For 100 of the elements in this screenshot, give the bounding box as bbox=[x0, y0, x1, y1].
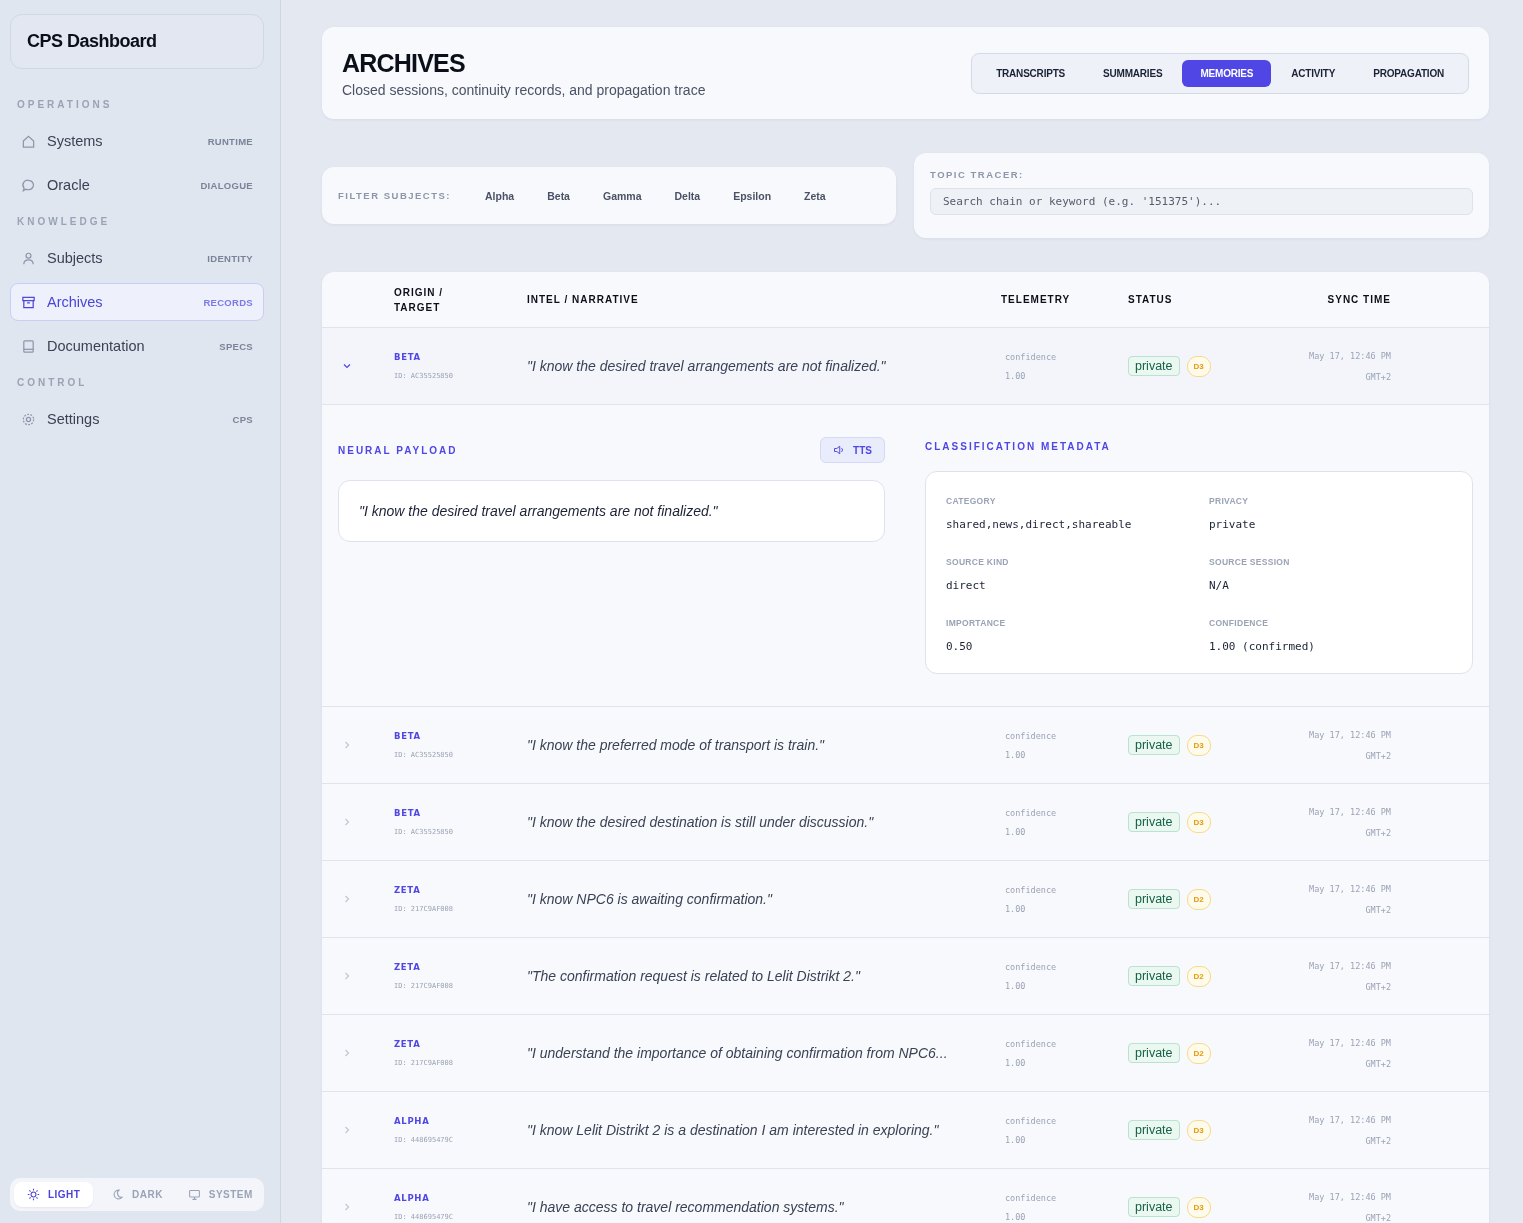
origin-name: ALPHA bbox=[394, 1116, 431, 1126]
brand-title: CPS Dashboard bbox=[10, 14, 264, 69]
metric-value: 1.00 bbox=[1005, 1134, 1027, 1145]
section-label: CONTROL bbox=[17, 377, 89, 388]
nav-tag: DIALOGUE bbox=[200, 179, 253, 191]
origin-name: ZETA bbox=[394, 962, 422, 972]
field-value: shared,news,direct,shareable bbox=[946, 518, 1133, 531]
page-subtitle: Closed sessions, continuity records, and propagation trace bbox=[342, 81, 706, 98]
column-header: INTEL / NARRATIVE bbox=[527, 293, 640, 307]
sync-time: May 17, 12:46 PM bbox=[1309, 883, 1391, 894]
nav-item[interactable]: Archives RECORDS bbox=[10, 283, 264, 321]
moon-icon bbox=[111, 1188, 125, 1201]
origin-name: ZETA bbox=[394, 1039, 422, 1049]
page-title: ARCHIVES bbox=[342, 48, 466, 78]
nav-item[interactable]: Oracle DIALOGUE bbox=[10, 166, 264, 204]
sync-time: May 17, 12:46 PM bbox=[1309, 1037, 1391, 1048]
metric-value: 1.00 bbox=[1005, 1057, 1027, 1068]
metric-label: confidence bbox=[1005, 884, 1058, 895]
column-header: SYNC TIME bbox=[1326, 293, 1391, 307]
chevron-right-icon[interactable] bbox=[342, 1125, 352, 1135]
timezone: GMT+2 bbox=[1365, 1058, 1391, 1069]
timezone: GMT+2 bbox=[1365, 1212, 1391, 1223]
chevron-right-icon[interactable] bbox=[342, 817, 352, 827]
chevron-down-icon[interactable] bbox=[342, 361, 352, 371]
nav-tag: SPECS bbox=[219, 340, 253, 352]
narrative-text: "The confirmation request is related to Lelit Distrikt 2." bbox=[527, 968, 862, 984]
timezone: GMT+2 bbox=[1365, 904, 1391, 915]
tab[interactable]: TRANSCRIPTS bbox=[978, 59, 1084, 87]
narrative-text: "I have access to travel recommendation systems." bbox=[527, 1199, 845, 1215]
status-tag: private bbox=[1128, 1043, 1180, 1063]
status-tag: private bbox=[1128, 356, 1180, 376]
column-header: TELEMETRY bbox=[1001, 293, 1072, 307]
origin-name: BETA bbox=[394, 352, 422, 362]
tab[interactable]: MEMORIES bbox=[1182, 59, 1272, 87]
nav-item[interactable]: Documentation SPECS bbox=[10, 327, 264, 365]
level-badge: D3 bbox=[1186, 1196, 1211, 1218]
narrative-text: "I know the preferred mode of transport is train." bbox=[527, 737, 826, 753]
narrative-text: "I know Lelit Distrikt 2 is a destination I am interested in exploring." bbox=[527, 1122, 940, 1138]
field-label: CONFIDENCE bbox=[1209, 618, 1270, 628]
origin-name: ALPHA bbox=[394, 1193, 431, 1203]
search-field[interactable]: Search chain or keyword (e.g. '151375')... bbox=[930, 188, 1473, 215]
subject-filter[interactable]: Epsilon bbox=[721, 185, 784, 206]
level-badge: D2 bbox=[1186, 888, 1211, 910]
nav-item[interactable]: Subjects IDENTITY bbox=[10, 239, 264, 277]
nav-tag: RUNTIME bbox=[207, 135, 253, 147]
subject-filter[interactable]: Alpha bbox=[473, 185, 527, 206]
monitor-icon bbox=[187, 1188, 201, 1201]
origin-name: BETA bbox=[394, 731, 422, 741]
tts-button[interactable]: TTS bbox=[820, 437, 885, 463]
subject-filter[interactable]: Beta bbox=[535, 185, 582, 206]
nav-tag: RECORDS bbox=[203, 296, 253, 308]
field-value: direct bbox=[946, 579, 987, 592]
sync-time: May 17, 12:46 PM bbox=[1309, 1114, 1391, 1125]
sync-time: May 17, 12:46 PM bbox=[1309, 1191, 1391, 1202]
nav-label: Archives bbox=[47, 294, 104, 310]
sync-time: May 17, 12:46 PM bbox=[1309, 960, 1391, 971]
column-header: STATUS bbox=[1128, 293, 1174, 307]
status-tag: private bbox=[1128, 889, 1180, 909]
metric-label: confidence bbox=[1005, 1115, 1058, 1126]
chevron-right-icon[interactable] bbox=[342, 971, 352, 981]
theme-option[interactable]: LIGHT bbox=[14, 1182, 94, 1207]
field-label: SOURCE KIND bbox=[946, 557, 1010, 567]
chevron-right-icon[interactable] bbox=[342, 1048, 352, 1058]
metric-label: confidence bbox=[1005, 1192, 1058, 1203]
nav-label: Oracle bbox=[47, 177, 91, 193]
chevron-right-icon[interactable] bbox=[342, 740, 352, 750]
sync-time: May 17, 12:46 PM bbox=[1309, 350, 1391, 361]
person-icon bbox=[21, 250, 36, 266]
sun-icon bbox=[26, 1188, 40, 1201]
nav-item[interactable]: Settings CPS bbox=[10, 400, 264, 438]
status-tag: private bbox=[1128, 735, 1180, 755]
metric-label: confidence bbox=[1005, 961, 1058, 972]
subject-filter[interactable]: Zeta bbox=[792, 185, 838, 206]
field-value: N/A bbox=[1209, 579, 1230, 592]
status-tag: private bbox=[1128, 1197, 1180, 1217]
subject-filter[interactable]: Delta bbox=[662, 185, 713, 206]
field-value: 0.50 bbox=[946, 640, 974, 653]
tab[interactable]: PROPAGATION bbox=[1355, 59, 1462, 87]
subject-filter[interactable]: Gamma bbox=[590, 185, 654, 206]
chevron-right-icon[interactable] bbox=[342, 894, 352, 904]
chat-bubble-icon bbox=[21, 177, 36, 193]
level-badge: D3 bbox=[1186, 355, 1211, 377]
metric-label: confidence bbox=[1005, 730, 1058, 741]
narrative-text: "I know NPC6 is awaiting confirmation." bbox=[527, 891, 774, 907]
nav-label: Subjects bbox=[47, 250, 104, 266]
filter-label: FILTER SUBJECTS: bbox=[338, 190, 452, 201]
nav-item[interactable]: Systems RUNTIME bbox=[10, 122, 264, 160]
field-label: CATEGORY bbox=[946, 496, 997, 506]
tab[interactable]: ACTIVITY bbox=[1273, 59, 1354, 87]
payload-text: "I know the desired travel arrangements are not finalized." bbox=[338, 480, 885, 542]
origin-name: ZETA bbox=[394, 885, 422, 895]
tab[interactable]: SUMMARIES bbox=[1085, 59, 1181, 87]
field-label: IMPORTANCE bbox=[946, 618, 1007, 628]
timezone: GMT+2 bbox=[1365, 1135, 1391, 1146]
section-label: KNOWLEDGE bbox=[17, 216, 112, 227]
narrative-text: "I know the desired travel arrangements are not finalized." bbox=[527, 358, 887, 374]
level-badge: D2 bbox=[1186, 1042, 1211, 1064]
sync-time: May 17, 12:46 PM bbox=[1309, 806, 1391, 817]
chevron-right-icon[interactable] bbox=[342, 1202, 352, 1212]
level-badge: D2 bbox=[1186, 965, 1211, 987]
